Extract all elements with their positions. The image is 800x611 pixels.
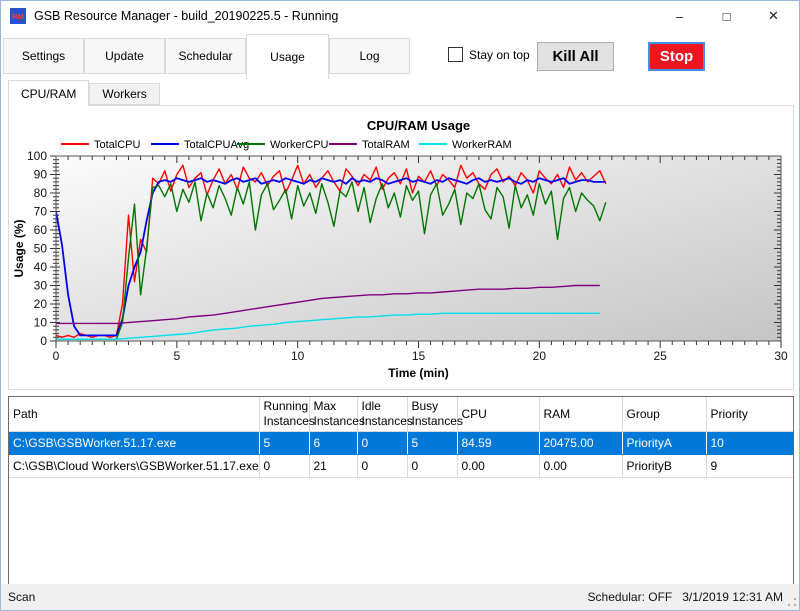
column-header-group[interactable]: Group — [622, 397, 706, 432]
table-cell: 0 — [357, 455, 407, 478]
column-header-cpu[interactable]: CPU — [457, 397, 539, 432]
maximize-icon[interactable]: □ — [703, 1, 750, 31]
table-cell: 9 — [706, 455, 794, 478]
window-title: GSB Resource Manager - build_20190225.5 … — [34, 9, 338, 23]
svg-text:10: 10 — [291, 349, 305, 363]
stay-on-top-checkbox[interactable] — [448, 47, 463, 62]
svg-text:WorkerCPU: WorkerCPU — [270, 139, 329, 151]
svg-text:25: 25 — [653, 349, 667, 363]
tab-log[interactable]: Log — [329, 38, 410, 74]
svg-text:70: 70 — [34, 205, 48, 219]
app-icon: RM — [10, 8, 26, 24]
subtab-workers[interactable]: Workers — [89, 83, 159, 105]
svg-text:WorkerRAM: WorkerRAM — [452, 139, 512, 151]
stay-on-top-label: Stay on top — [469, 48, 530, 62]
tab-settings[interactable]: Settings — [3, 38, 84, 74]
sub-tabs: CPU/RAMWorkers — [8, 80, 160, 106]
stop-button[interactable]: Stop — [648, 42, 705, 71]
minimize-icon[interactable]: – — [656, 1, 703, 31]
x-axis-label: Time (min) — [388, 366, 448, 380]
legend-item-totalcpu: TotalCPU — [61, 139, 141, 151]
title-bar: RM GSB Resource Manager - build_20190225… — [1, 1, 799, 31]
tab-update[interactable]: Update — [84, 38, 165, 74]
column-header-ram[interactable]: RAM — [539, 397, 622, 432]
table-cell: 10 — [706, 432, 794, 455]
legend-item-totalram: TotalRAM — [329, 139, 410, 151]
chart-panel: CPU/RAM Usage TotalCPU TotalCPUAvg WorkerCP… — [8, 105, 794, 390]
table-cell: PriorityB — [622, 455, 706, 478]
table-cell: 5 — [407, 432, 457, 455]
table-cell: 5 — [259, 432, 309, 455]
kill-all-button[interactable]: Kill All — [537, 42, 614, 71]
svg-text:20: 20 — [34, 297, 48, 311]
workers-table-panel: PathRunning InstancesMax InstancesIdle I… — [8, 396, 794, 585]
column-header-busy-instances[interactable]: Busy Instances — [407, 397, 457, 432]
table-row[interactable]: C:\GSB\Cloud Workers\GSBWorker.51.17.exe… — [9, 455, 794, 478]
table-cell: 0.00 — [539, 455, 622, 478]
svg-text:40: 40 — [34, 260, 48, 274]
table-cell: 0 — [357, 432, 407, 455]
svg-text:30: 30 — [34, 279, 48, 293]
svg-text:TotalCPU: TotalCPU — [94, 139, 141, 151]
table-cell: 0 — [407, 455, 457, 478]
svg-text:0: 0 — [53, 349, 60, 363]
chart-title: CPU/RAM Usage — [367, 118, 470, 133]
resize-grip-icon[interactable] — [787, 597, 797, 607]
y-axis-label: Usage (%) — [12, 219, 26, 277]
table-cell: 20475.00 — [539, 432, 622, 455]
table-cell: 0.00 — [457, 455, 539, 478]
column-header-path[interactable]: Path — [9, 397, 259, 432]
legend-item-workerram: WorkerRAM — [419, 139, 512, 151]
window-controls: – □ ✕ — [656, 1, 797, 31]
tab-schedular[interactable]: Schedular — [165, 38, 246, 74]
table-cell: 84.59 — [457, 432, 539, 455]
table-cell: PriorityA — [622, 432, 706, 455]
cpu-ram-usage-chart: CPU/RAM Usage TotalCPU TotalCPUAvg WorkerCP… — [9, 106, 793, 389]
subtab-cpu-ram[interactable]: CPU/RAM — [8, 80, 89, 106]
workers-table: PathRunning InstancesMax InstancesIdle I… — [9, 397, 794, 478]
close-icon[interactable]: ✕ — [750, 1, 797, 31]
svg-text:100: 100 — [27, 149, 47, 163]
status-datetime-label: 3/1/2019 12:31 AM — [682, 590, 783, 604]
column-header-max-instances[interactable]: Max Instances — [309, 397, 357, 432]
table-cell: 0 — [259, 455, 309, 478]
svg-text:15: 15 — [412, 349, 426, 363]
column-header-idle-instances[interactable]: Idle Instances — [357, 397, 407, 432]
svg-text:TotalRAM: TotalRAM — [362, 139, 410, 151]
svg-text:50: 50 — [34, 242, 48, 256]
table-cell: C:\GSB\GSBWorker.51.17.exe — [9, 432, 259, 455]
svg-text:80: 80 — [34, 186, 48, 200]
table-row[interactable]: C:\GSB\GSBWorker.51.17.exe560584.5920475… — [9, 432, 794, 455]
svg-text:20: 20 — [533, 349, 547, 363]
table-cell: 6 — [309, 432, 357, 455]
status-scan-label: Scan — [8, 590, 35, 604]
main-tabs: SettingsUpdateSchedularUsageLog — [3, 34, 410, 80]
table-cell: 21 — [309, 455, 357, 478]
legend-item-workercpu: WorkerCPU — [237, 139, 329, 151]
status-bar: Scan Schedular: OFF 3/1/2019 12:31 AM — [1, 584, 799, 610]
column-header-priority[interactable]: Priority — [706, 397, 794, 432]
svg-text:5: 5 — [173, 349, 180, 363]
table-cell: C:\GSB\Cloud Workers\GSBWorker.51.17.exe — [9, 455, 259, 478]
legend-item-totalcpuavg: TotalCPUAvg — [151, 139, 249, 151]
svg-text:90: 90 — [34, 168, 48, 182]
svg-text:60: 60 — [34, 223, 48, 237]
column-header-running-instances[interactable]: Running Instances — [259, 397, 309, 432]
svg-text:10: 10 — [34, 316, 48, 330]
stay-on-top-row: Stay on top — [448, 47, 530, 62]
status-scheduler-label: Schedular: OFF — [588, 590, 673, 604]
tab-usage[interactable]: Usage — [246, 34, 329, 79]
svg-text:0: 0 — [40, 334, 47, 348]
svg-text:30: 30 — [774, 349, 788, 363]
